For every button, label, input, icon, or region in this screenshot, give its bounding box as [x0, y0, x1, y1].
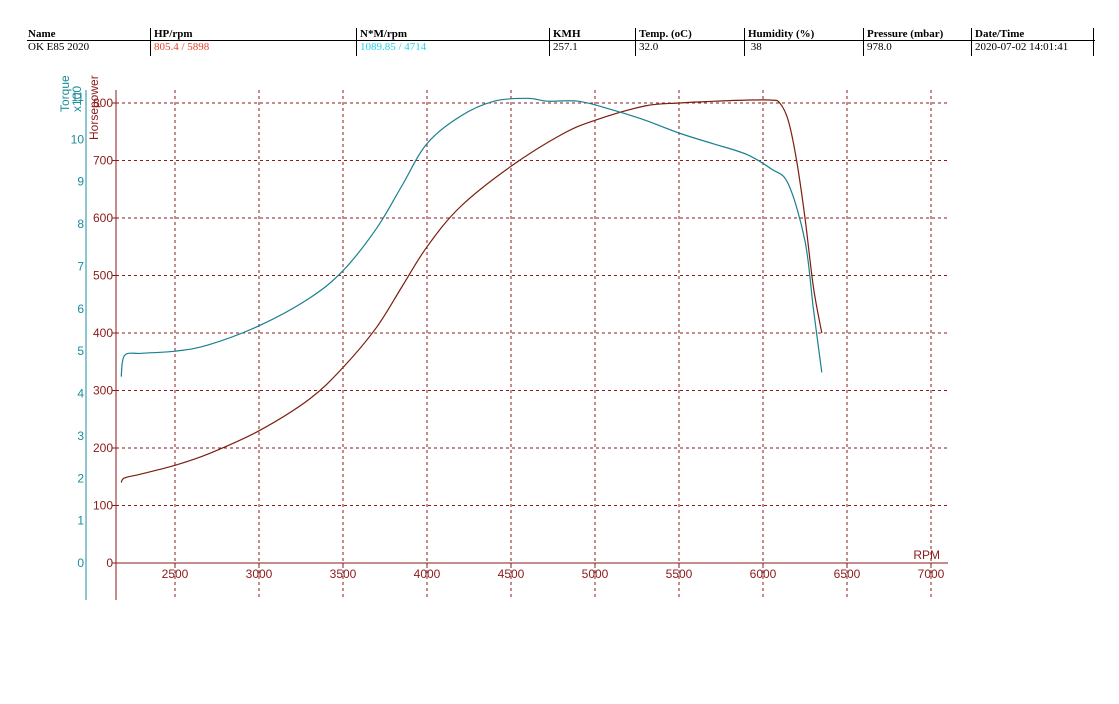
- torque-tick-label: 4: [77, 387, 84, 401]
- hp-tick-label: 0: [106, 556, 113, 570]
- dyno-chart: 2500 3000 3500 4000 4500 5000 5500 6000 6500 7000…: [58, 75, 948, 600]
- torque-tick-label: 1: [77, 514, 84, 528]
- x-tick-label: 4500: [498, 567, 525, 581]
- x-tick-label: 5000: [582, 567, 609, 581]
- torque-tick-label: 8: [77, 217, 84, 231]
- torque-scale-label: x100: [70, 86, 84, 112]
- hp-tick-label: 400: [93, 326, 113, 340]
- hp-tick-label: 500: [93, 269, 113, 283]
- torque-tick-label: 9: [77, 175, 84, 189]
- x-tick-label: 5500: [666, 567, 693, 581]
- torque-tick-label: 3: [77, 429, 84, 443]
- hp-tick-label: 700: [93, 154, 113, 168]
- torque-tick-label: 10: [71, 132, 85, 146]
- x-tick-label: 6500: [834, 567, 861, 581]
- horsepower-curve: [120, 99, 823, 483]
- torque-tick-label: 6: [77, 302, 84, 316]
- hp-axis-title: Horsepower: [87, 75, 101, 140]
- x-axis-title: RPM: [913, 548, 940, 562]
- torque-tick-label: 7: [77, 259, 84, 273]
- x-tick-label: 7000: [918, 567, 945, 581]
- x-tick-label: 4000: [414, 567, 441, 581]
- hp-tick-label: 200: [93, 441, 113, 455]
- hp-tick-label: 100: [93, 499, 113, 513]
- x-tick-label: 2500: [162, 567, 189, 581]
- torque-curve: [120, 97, 823, 377]
- hp-tick-label: 600: [93, 211, 113, 225]
- hp-tick-label: 300: [93, 384, 113, 398]
- torque-tick-label: 5: [77, 344, 84, 358]
- torque-tick-label: 2: [77, 471, 84, 485]
- x-tick-label: 3000: [246, 567, 273, 581]
- x-tick-label: 3500: [330, 567, 357, 581]
- torque-tick-label: 0: [77, 556, 84, 570]
- x-tick-label: 6000: [750, 567, 777, 581]
